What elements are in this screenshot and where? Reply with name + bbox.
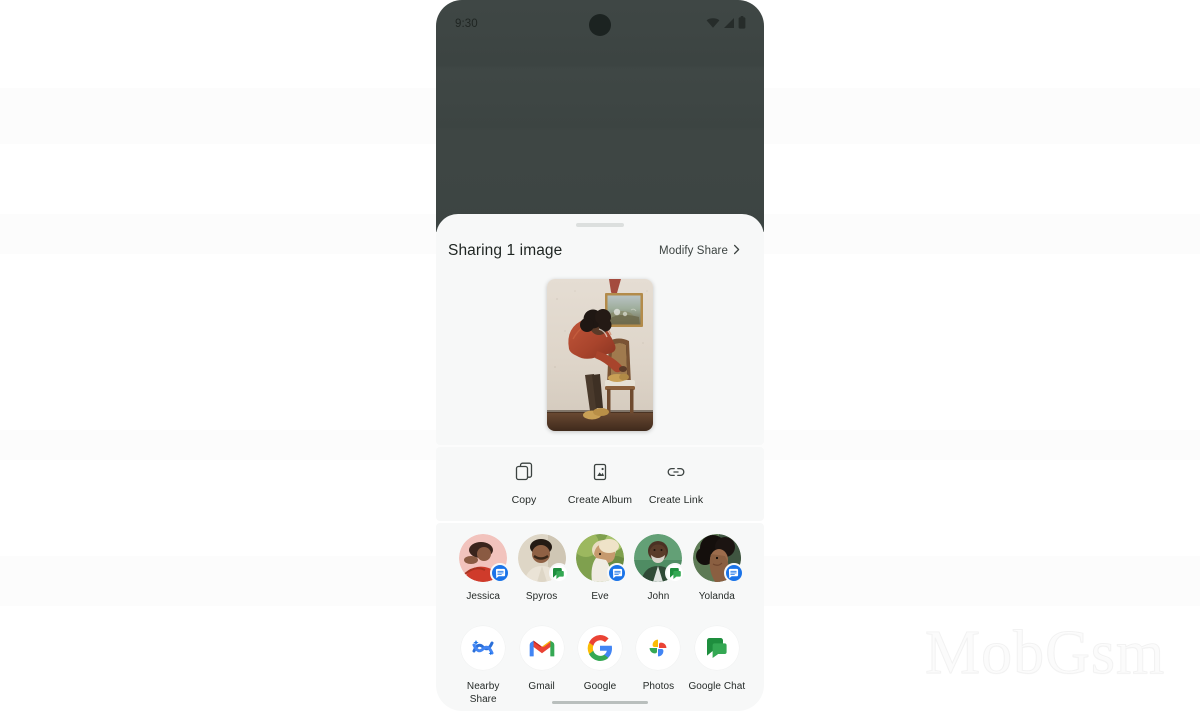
google-chat-icon	[665, 563, 686, 583]
contact-eve[interactable]: Eve	[571, 534, 629, 603]
app-label: Google Chat	[688, 681, 746, 692]
contact-jessica[interactable]: Jessica	[454, 534, 512, 603]
app-icon-wrap	[576, 624, 624, 672]
app-label: Nearby Share	[466, 681, 500, 705]
app-label: Google	[583, 681, 617, 692]
contacts-row: Jessica Spyros Eve John Yolanda	[436, 534, 764, 603]
status-bar: 9:30	[436, 0, 764, 42]
gesture-navigation-bar[interactable]	[552, 701, 648, 704]
create-link-button[interactable]: Create Link	[638, 462, 714, 506]
link-icon	[665, 462, 687, 487]
share-sheet-header: Sharing 1 image Modify Share	[436, 237, 764, 265]
google-chat-icon	[548, 563, 569, 583]
gmail-icon	[519, 626, 564, 670]
share-sheet: Sharing 1 image Modify Share Copy Create…	[436, 214, 764, 711]
app-google-chat[interactable]: Google Chat	[688, 624, 746, 706]
create-album-button[interactable]: Create Album	[562, 462, 638, 506]
battery-icon	[738, 16, 746, 34]
app-icon-wrap	[634, 624, 682, 672]
app-label: Gmail	[528, 681, 555, 692]
shared-image-preview[interactable]	[547, 279, 653, 431]
app-icon-wrap	[518, 624, 566, 672]
preview-photo	[547, 279, 653, 431]
apps-row: Nearby Share Gmail Google Photos Google …	[436, 624, 764, 706]
create-album-label: Create Album	[567, 494, 633, 506]
share-targets-card: Jessica Spyros Eve John Yolanda Nearby S…	[436, 523, 764, 711]
quick-actions-card: Copy Create Album Create Link	[436, 447, 764, 521]
google-messages-icon	[607, 563, 628, 583]
status-bar-clock: 9:30	[455, 18, 478, 30]
app-icon-wrap	[459, 624, 507, 672]
contact-name: Jessica	[466, 591, 501, 602]
share-preview-card: Sharing 1 image Modify Share	[436, 214, 764, 445]
contact-john[interactable]: John	[629, 534, 687, 603]
wifi-icon	[706, 16, 720, 34]
app-gmail[interactable]: Gmail	[512, 624, 570, 706]
app-google[interactable]: Google	[571, 624, 629, 706]
avatar	[692, 534, 744, 583]
app-photos[interactable]: Photos	[629, 624, 687, 706]
avatar	[459, 534, 511, 583]
contact-name: Spyros	[525, 591, 558, 602]
contact-spyros[interactable]: Spyros	[512, 534, 570, 603]
copy-label: Copy	[511, 494, 537, 506]
google-chat-icon	[694, 626, 739, 670]
modify-share-button[interactable]: Modify Share	[659, 244, 752, 258]
avatar	[634, 534, 686, 583]
avatar	[576, 534, 628, 583]
google-icon	[578, 626, 623, 670]
google-messages-icon	[490, 563, 511, 583]
contact-name: Yolanda	[698, 591, 735, 602]
app-nearby-share[interactable]: Nearby Share	[454, 624, 512, 706]
modify-share-label: Modify Share	[659, 245, 728, 257]
site-watermark: MobGsm	[924, 619, 1166, 688]
cellular-signal-icon	[723, 16, 735, 34]
screenshot-root: MobGsm 9:30 Sharing 1 image Modify Share…	[0, 0, 1200, 711]
create-album-icon	[590, 462, 610, 487]
copy-icon	[514, 462, 534, 487]
avatar	[517, 534, 569, 583]
create-link-label: Create Link	[648, 494, 704, 506]
contact-name: Eve	[591, 591, 609, 602]
app-icon-wrap	[693, 624, 741, 672]
google-messages-icon	[723, 563, 744, 583]
drag-handle[interactable]	[576, 223, 624, 227]
phone-screen: 9:30 Sharing 1 image Modify Share Copy C…	[436, 0, 764, 711]
camera-punch-hole	[589, 14, 611, 36]
contact-yolanda[interactable]: Yolanda	[688, 534, 746, 603]
page-title: Sharing 1 image	[448, 242, 563, 259]
google-photos-icon	[636, 626, 681, 670]
app-label: Photos	[642, 681, 675, 692]
status-bar-icons	[706, 16, 746, 34]
copy-button[interactable]: Copy	[486, 462, 562, 506]
chevron-right-icon	[731, 244, 742, 258]
quick-actions-row: Copy Create Album Create Link	[436, 447, 764, 521]
nearby-share-icon	[461, 626, 506, 670]
contact-name: John	[647, 591, 670, 602]
